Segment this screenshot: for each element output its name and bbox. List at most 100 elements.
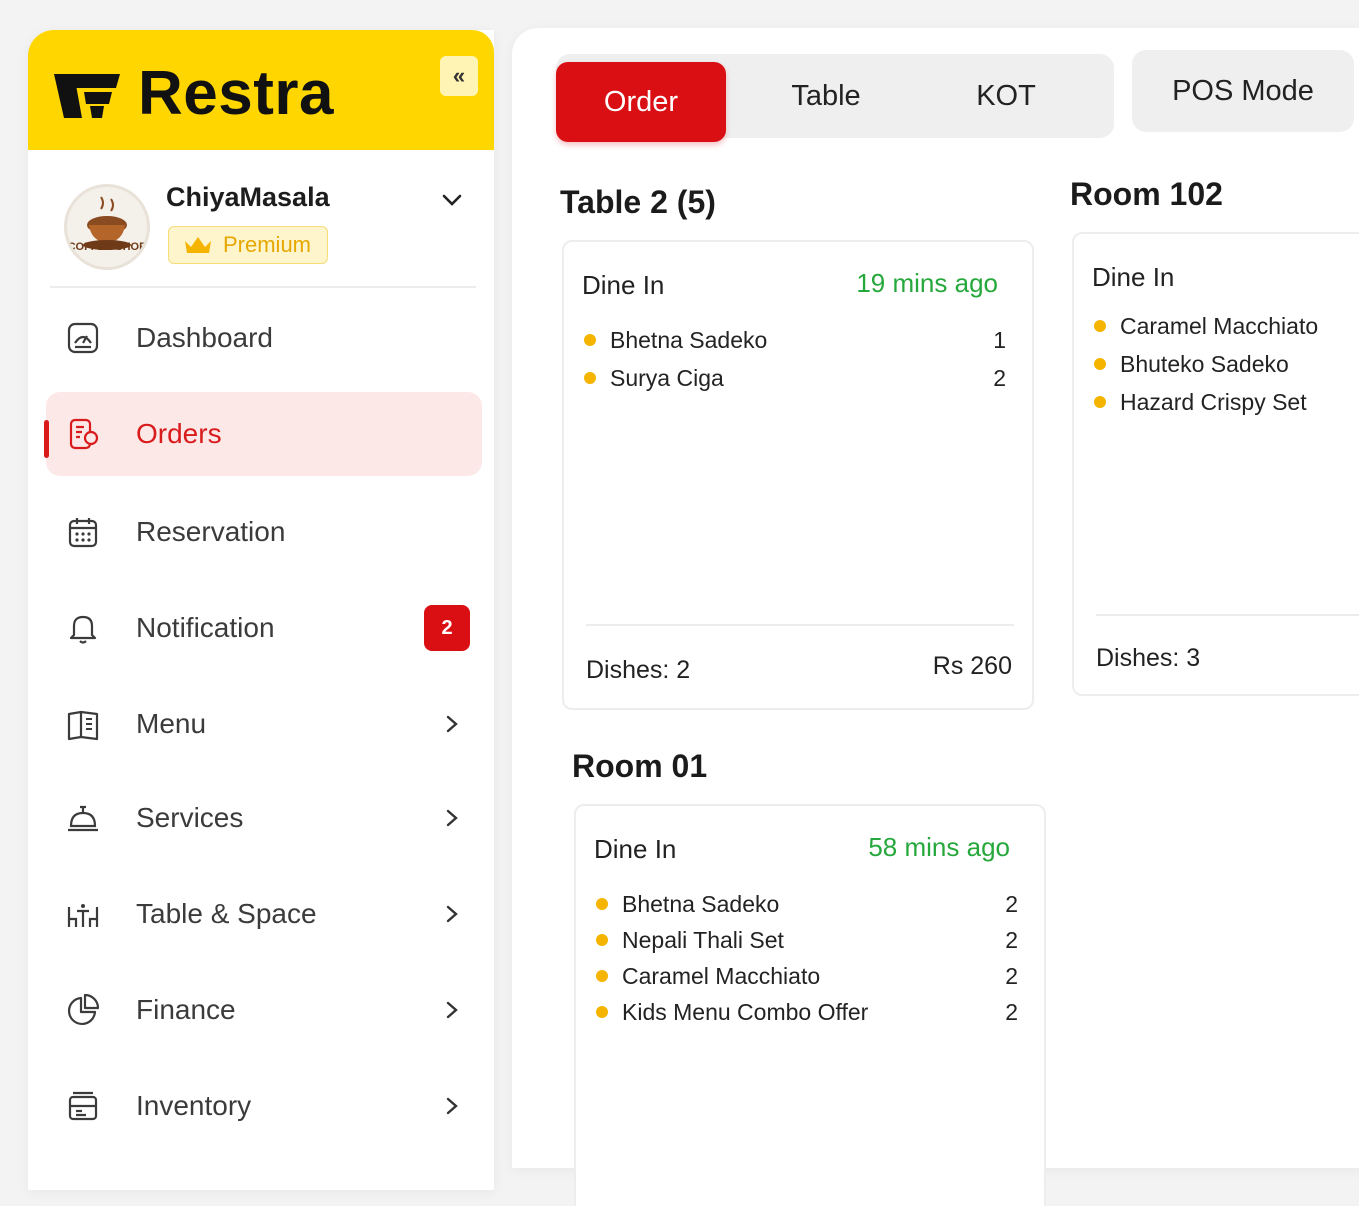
chevron-down-icon[interactable] — [440, 188, 464, 212]
bell-icon — [69, 615, 97, 644]
item-name: Bhetna Sadeko — [610, 326, 768, 353]
chevron-right-icon[interactable] — [442, 712, 462, 736]
order-item: Bhetna Sadeko 1 — [584, 322, 1006, 358]
dashboard-icon — [67, 322, 99, 354]
order-elapsed-time: 19 mins ago — [856, 268, 998, 298]
bullet-dot-icon — [1094, 358, 1106, 370]
item-quantity: 1 — [993, 326, 1006, 353]
brand-header: Restra « — [28, 30, 494, 150]
double-chevron-left-icon: « — [452, 63, 466, 88]
order-card[interactable]: Dine In Caramel Macchiato Bhuteko Sadeko… — [1072, 232, 1359, 696]
sidebar-item-label: Reservation — [136, 516, 286, 547]
bullet-dot-icon — [1094, 396, 1106, 408]
avatar-caption: COFFEE SHOP — [67, 241, 147, 253]
pie-chart-icon — [68, 993, 100, 1025]
order-item: Bhuteko Sadeko — [1094, 346, 1348, 382]
order-total: Rs 260 — [932, 652, 1012, 680]
active-indicator — [44, 420, 49, 458]
sidebar-item-reservation[interactable]: Reservation — [46, 490, 482, 574]
bullet-dot-icon — [596, 898, 608, 910]
collapse-sidebar-button[interactable]: « — [440, 56, 478, 96]
order-type: Dine In — [1092, 262, 1175, 292]
order-item: Nepali Thali Set 2 — [596, 922, 1018, 958]
book-icon — [67, 710, 99, 741]
coffee-cup-icon — [83, 196, 131, 250]
order-group-room-102: Room 102 Dine In Caramel Macchiato Bhute… — [1070, 176, 1359, 706]
crown-icon — [185, 237, 211, 253]
account-name: ChiyaMasala — [166, 182, 330, 212]
tab-table[interactable]: Table — [736, 54, 916, 138]
bullet-dot-icon — [596, 934, 608, 946]
tab-kot[interactable]: KOT — [926, 54, 1086, 138]
premium-badge: Premium — [168, 226, 329, 264]
pos-mode-button[interactable]: POS Mode — [1132, 50, 1354, 132]
table-chairs-icon — [67, 904, 99, 927]
chevron-right-icon[interactable] — [442, 806, 462, 830]
dishes-count: Dishes: 3 — [1096, 644, 1201, 672]
sidebar-item-label: Services — [136, 802, 244, 833]
item-quantity: 2 — [1005, 890, 1018, 917]
order-type: Dine In — [582, 270, 665, 300]
notification-count-badge: 2 — [424, 605, 470, 651]
item-name: Kids Menu Combo Offer — [622, 998, 869, 1025]
order-type: Dine In — [594, 834, 677, 864]
item-quantity: 2 — [1005, 926, 1018, 953]
account-switcher[interactable]: COFFEE SHOP ChiyaMasala Premium — [28, 150, 494, 290]
order-card[interactable]: Dine In 58 mins ago Bhetna Sadeko 2 Nepa… — [574, 804, 1046, 1206]
calendar-icon — [68, 518, 98, 548]
order-elapsed-time: 58 mins ago — [868, 832, 1010, 862]
item-name: Nepali Thali Set — [622, 926, 784, 953]
sidebar-item-label: Finance — [136, 994, 236, 1025]
bullet-dot-icon — [596, 1006, 608, 1018]
order-item: Caramel Macchiato — [1094, 308, 1348, 344]
item-name: Surya Ciga — [610, 364, 724, 391]
sidebar-item-notification[interactable]: Notification 2 — [46, 586, 482, 670]
sidebar-item-inventory[interactable]: Inventory — [46, 1064, 482, 1148]
avatar: COFFEE SHOP — [64, 184, 150, 270]
sidebar-item-menu[interactable]: Menu — [46, 682, 482, 766]
bullet-dot-icon — [584, 334, 596, 346]
order-item: Caramel Macchiato 2 — [596, 958, 1018, 994]
restra-logo-icon — [54, 74, 120, 118]
chevron-right-icon[interactable] — [442, 1094, 462, 1118]
sidebar-item-services[interactable]: Services — [46, 776, 482, 860]
order-group-table-2: Table 2 (5) Dine In 19 mins ago Bhetna S… — [560, 184, 1040, 714]
sidebar-item-dashboard[interactable]: Dashboard — [46, 296, 482, 380]
order-card[interactable]: Dine In 19 mins ago Bhetna Sadeko 1 Sury… — [562, 240, 1034, 710]
order-item: Bhetna Sadeko 2 — [596, 886, 1018, 922]
order-title: Table 2 (5) — [560, 184, 716, 220]
sidebar-item-table-space[interactable]: Table & Space — [46, 872, 482, 956]
dishes-count: Dishes: 2 — [586, 656, 691, 684]
bullet-dot-icon — [1094, 320, 1106, 332]
order-group-room-01: Room 01 Dine In 58 mins ago Bhetna Sadek… — [572, 748, 1052, 1206]
main-panel: Order Table KOT POS Mode Table 2 (5) Din… — [512, 28, 1359, 1206]
inventory-icon — [68, 1091, 98, 1121]
sidebar-item-orders[interactable]: Orders — [44, 392, 482, 476]
sidebar-item-label: Dashboard — [136, 322, 273, 353]
chevron-right-icon[interactable] — [442, 998, 462, 1022]
sidebar-item-label: Orders — [136, 418, 222, 449]
chevron-right-icon[interactable] — [442, 902, 462, 926]
sidebar-divider — [50, 286, 476, 288]
item-quantity: 2 — [1005, 998, 1018, 1025]
item-quantity: 2 — [1005, 962, 1018, 989]
item-name: Hazard Crispy Set — [1120, 388, 1307, 415]
order-view-tabs: Order Table KOT — [556, 54, 1114, 142]
item-name: Bhetna Sadeko — [622, 890, 780, 917]
sidebar-item-label: Notification — [136, 612, 275, 643]
sidebar-item-finance[interactable]: Finance — [46, 968, 482, 1052]
order-title: Room 01 — [572, 748, 708, 784]
bullet-dot-icon — [584, 372, 596, 384]
order-title: Room 102 — [1070, 176, 1223, 212]
plan-label: Premium — [223, 232, 312, 257]
sidebar-item-label: Menu — [136, 708, 207, 739]
item-quantity: 2 — [993, 364, 1006, 391]
item-name: Caramel Macchiato — [1120, 312, 1319, 339]
item-name: Bhuteko Sadeko — [1120, 350, 1289, 377]
bullet-dot-icon — [596, 970, 608, 982]
tab-order[interactable]: Order — [556, 62, 726, 142]
item-name: Caramel Macchiato — [622, 962, 821, 989]
order-item: Surya Ciga 2 — [584, 360, 1006, 396]
sidebar: Restra « COFFEE SHOP ChiyaMasala Premium — [28, 30, 494, 1190]
orders-icon — [69, 418, 99, 450]
